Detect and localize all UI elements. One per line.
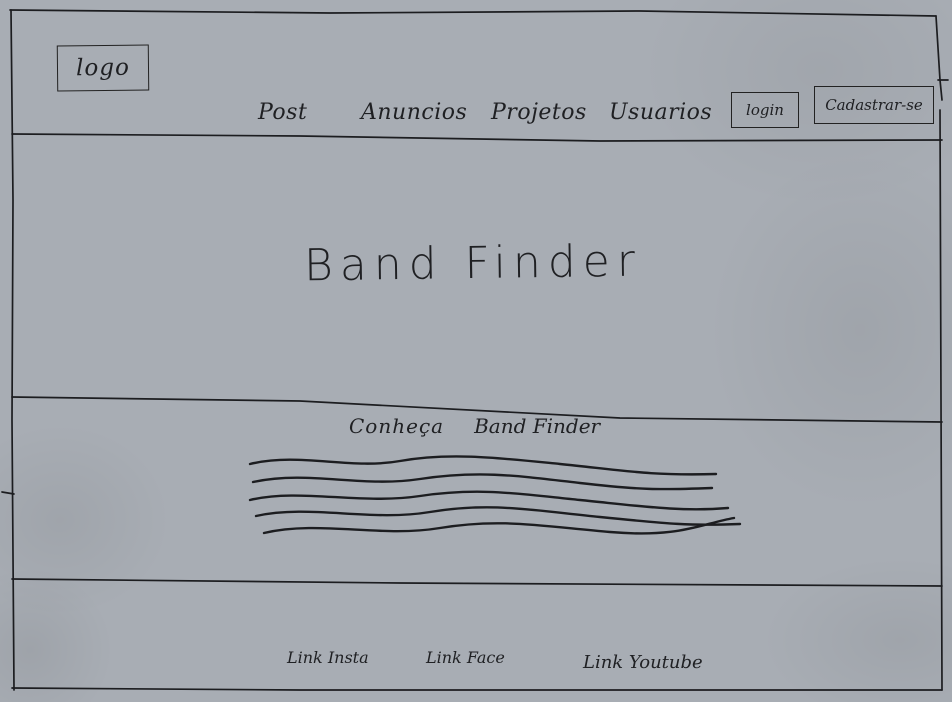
nav-anuncios[interactable]: Anuncios [361, 100, 467, 125]
footer-link-insta[interactable]: Link Insta [287, 648, 369, 667]
hero-title: Band Finder [303, 235, 643, 292]
nav-projetos[interactable]: Projetos [491, 100, 587, 125]
nav-usuarios[interactable]: Usuarios [609, 100, 712, 125]
logo[interactable]: logo [56, 44, 150, 92]
about-title-part1: Conheça [349, 414, 445, 438]
signup-button-label: Cadastrar-se [825, 96, 923, 114]
login-button[interactable]: login [731, 92, 799, 128]
signup-button[interactable]: Cadastrar-se [814, 86, 934, 124]
wireframe-paper [0, 0, 952, 702]
footer-link-youtube[interactable]: Link Youtube [583, 652, 703, 673]
about-title-part2: Band Finder [474, 414, 601, 438]
nav-post[interactable]: Post [258, 100, 307, 125]
login-button-label: login [746, 101, 784, 119]
footer-link-face[interactable]: Link Face [426, 648, 505, 667]
logo-label: logo [75, 54, 131, 82]
about-title: Conheça Band Finder [349, 414, 600, 438]
